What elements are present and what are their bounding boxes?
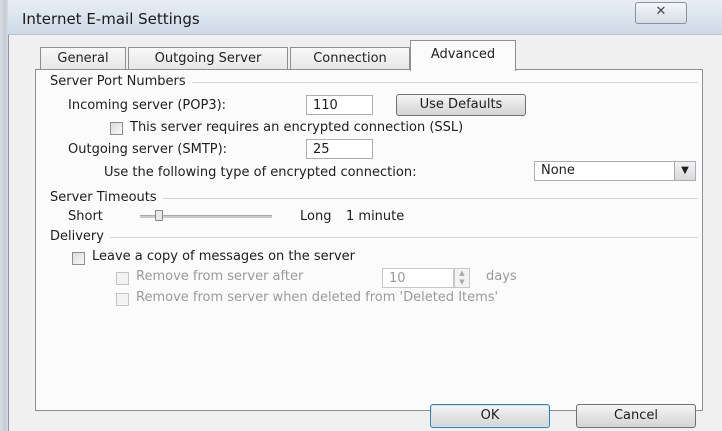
encryption-type-select[interactable]: None ▼: [534, 161, 696, 181]
remove-after-checkbox[interactable]: [116, 272, 129, 285]
cancel-button[interactable]: Cancel: [576, 404, 696, 428]
encryption-type-label: Use the following type of encrypted conn…: [104, 165, 417, 180]
chevron-down-icon[interactable]: ▼: [674, 162, 695, 180]
timeout-short-label: Short: [68, 209, 103, 224]
remove-after-label: Remove from server after: [136, 269, 304, 284]
spin-updown-icon[interactable]: ▲ ▼: [454, 268, 470, 288]
group-label-server-ports: Server Port Numbers: [50, 74, 192, 89]
close-button[interactable]: ✕: [635, 2, 687, 24]
close-icon: ✕: [655, 4, 667, 19]
window-title: Internet E-mail Settings: [22, 10, 200, 28]
leave-copy-label: Leave a copy of messages on the server: [92, 249, 356, 264]
tab-advanced[interactable]: Advanced: [410, 40, 516, 71]
remove-deleted-label: Remove from server when deleted from 'De…: [136, 290, 499, 305]
ok-button[interactable]: OK: [430, 404, 550, 428]
incoming-server-label: Incoming server (POP3):: [68, 98, 227, 113]
tab-outgoing-server[interactable]: Outgoing Server: [128, 47, 288, 70]
group-divider-delivery: [50, 237, 698, 238]
outgoing-port-input[interactable]: 25: [306, 139, 373, 159]
tab-connection[interactable]: Connection: [290, 47, 410, 70]
use-defaults-button[interactable]: Use Defaults: [396, 94, 526, 116]
remove-deleted-checkbox[interactable]: [116, 293, 129, 306]
encryption-type-value: None: [541, 163, 575, 178]
leave-copy-checkbox[interactable]: [72, 252, 85, 265]
incoming-port-input[interactable]: 110: [306, 95, 373, 115]
ssl-checkbox-label: This server requires an encrypted connec…: [130, 120, 464, 135]
timeout-long-label: Long: [300, 209, 332, 224]
outgoing-server-label: Outgoing server (SMTP):: [68, 142, 228, 157]
remove-after-days-value: 10: [389, 271, 406, 286]
remove-after-days-input[interactable]: 10: [382, 268, 454, 288]
timeout-slider-thumb[interactable]: [155, 210, 163, 221]
group-label-delivery: Delivery: [50, 229, 110, 244]
ssl-checkbox[interactable]: [110, 122, 123, 135]
days-label: days: [486, 269, 517, 284]
group-label-server-timeouts: Server Timeouts: [50, 190, 163, 205]
timeout-value-label: 1 minute: [346, 209, 405, 224]
tab-general[interactable]: General: [40, 47, 126, 70]
